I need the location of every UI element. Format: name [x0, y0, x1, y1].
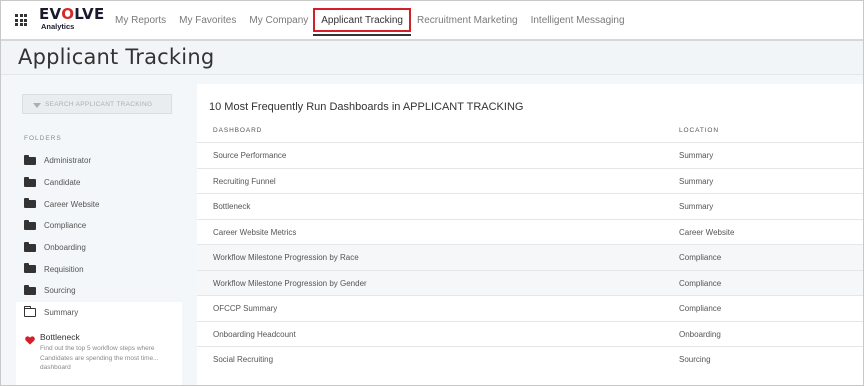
location-cell: Career Website	[679, 227, 735, 237]
folder-item-onboarding[interactable]: Onboarding	[16, 237, 182, 259]
dashboard-link[interactable]: OFCCP Summary	[213, 304, 277, 313]
folder-list: Administrator Candidate Career Website C…	[16, 150, 182, 324]
dashboard-link[interactable]: Source Performance	[213, 151, 286, 160]
logo-wordmark: EVOLVE	[39, 5, 105, 23]
page-title: Applicant Tracking	[18, 45, 215, 69]
folder-label: Summary	[44, 308, 79, 318]
app-window: EVOLVE Analytics My Reports My Favorites…	[0, 0, 864, 386]
location-cell: Compliance	[679, 253, 722, 262]
location-cell: Sourcing	[679, 355, 711, 364]
panel-title: 10 Most Frequently Run Dashboards in APP…	[209, 101, 524, 113]
table-row[interactable]: Bottleneck Summary	[197, 193, 863, 219]
top-nav-bar: EVOLVE Analytics My Reports My Favorites…	[1, 1, 863, 41]
main-nav: My Reports My Favorites My Company Appli…	[115, 1, 638, 39]
folder-icon	[24, 176, 36, 187]
table-row[interactable]: Workflow Milestone Progression by Race C…	[197, 244, 863, 270]
folder-label: Candidate	[44, 178, 81, 188]
table-row[interactable]: Recruiting Funnel Summary	[197, 167, 863, 194]
nav-my-favorites[interactable]: My Favorites	[179, 15, 236, 26]
folder-item-summary[interactable]: Summary	[16, 301, 182, 324]
folder-label: Requisition	[44, 264, 84, 274]
column-header-location[interactable]: LOCATION	[679, 127, 719, 134]
folder-icon	[24, 219, 36, 230]
nav-intelligent-messaging[interactable]: Intelligent Messaging	[531, 15, 625, 26]
filter-icon	[33, 102, 41, 108]
nav-my-reports[interactable]: My Reports	[115, 15, 166, 26]
folder-icon	[24, 154, 36, 165]
location-cell: Onboarding	[679, 329, 721, 339]
nav-my-company[interactable]: My Company	[249, 15, 308, 26]
evolve-logo[interactable]: EVOLVE Analytics	[39, 5, 105, 32]
table-row[interactable]: OFCCP Summary Compliance	[197, 295, 863, 321]
folder-icon	[24, 198, 36, 209]
folder-item-administrator[interactable]: Administrator	[16, 150, 182, 172]
dashboard-link[interactable]: Social Recruiting	[213, 355, 273, 364]
heart-icon	[25, 336, 35, 345]
folder-label: Onboarding	[44, 243, 86, 253]
folder-icon	[24, 284, 36, 295]
table-row[interactable]: Source Performance Summary	[197, 142, 863, 168]
dashboard-link[interactable]: Onboarding Headcount	[213, 330, 296, 339]
nav-applicant-tracking[interactable]: Applicant Tracking	[313, 8, 411, 36]
location-cell: Summary	[679, 151, 714, 160]
table-row[interactable]: Career Website Metrics Career Website	[197, 218, 863, 245]
location-cell: Summary	[679, 176, 714, 186]
dashboard-link[interactable]: Workflow Milestone Progression by Race	[213, 253, 359, 262]
favorite-description: Find out the top 5 workflow steps where …	[40, 345, 159, 371]
nav-recruitment-marketing[interactable]: Recruitment Marketing	[417, 15, 518, 26]
folder-open-outline-icon	[23, 306, 36, 318]
folder-label: Sourcing	[44, 286, 76, 296]
dashboard-link[interactable]: Bottleneck	[213, 202, 250, 211]
dashboards-panel: 10 Most Frequently Run Dashboards in APP…	[197, 84, 863, 385]
folder-item-compliance[interactable]: Compliance	[16, 215, 182, 237]
column-header-dashboard[interactable]: DASHBOARD	[213, 127, 262, 134]
dashboard-link[interactable]: Workflow Milestone Progression by Gender	[213, 279, 367, 288]
folder-icon	[24, 263, 36, 274]
search-input[interactable]: SEARCH APPLICANT TRACKING	[22, 94, 172, 114]
page-header: Applicant Tracking	[1, 41, 863, 75]
sidebar: SEARCH APPLICANT TRACKING FOLDERS Admini…	[16, 93, 183, 385]
folder-item-sourcing[interactable]: Sourcing	[16, 280, 182, 302]
logo-subtitle: Analytics	[41, 22, 75, 31]
folder-label: Administrator	[44, 156, 92, 166]
folder-item-career-website[interactable]: Career Website	[16, 193, 182, 215]
folder-label: Compliance	[44, 221, 87, 231]
search-placeholder: SEARCH APPLICANT TRACKING	[45, 100, 153, 108]
folder-label: Career Website	[44, 199, 100, 209]
favorite-title: Bottleneck	[40, 332, 80, 342]
table-row[interactable]: Social Recruiting Sourcing	[197, 346, 863, 372]
folder-icon	[24, 241, 36, 252]
dashboard-link[interactable]: Recruiting Funnel	[213, 177, 276, 186]
folders-heading: FOLDERS	[24, 135, 62, 142]
folder-item-requisition[interactable]: Requisition	[16, 258, 182, 280]
location-cell: Compliance	[679, 278, 722, 288]
dashboard-link[interactable]: Career Website Metrics	[213, 228, 296, 237]
favorite-dashboard-card[interactable]: Bottleneck Find out the top 5 workflow s…	[16, 323, 182, 385]
location-cell: Compliance	[679, 304, 722, 313]
table-row[interactable]: Onboarding Headcount Onboarding	[197, 320, 863, 347]
app-grid-icon[interactable]	[15, 14, 27, 26]
dashboards-table: Source Performance Summary Recruiting Fu…	[197, 142, 863, 372]
folder-item-candidate[interactable]: Candidate	[16, 172, 182, 194]
table-row[interactable]: Workflow Milestone Progression by Gender…	[197, 269, 863, 295]
location-cell: Summary	[679, 202, 714, 211]
